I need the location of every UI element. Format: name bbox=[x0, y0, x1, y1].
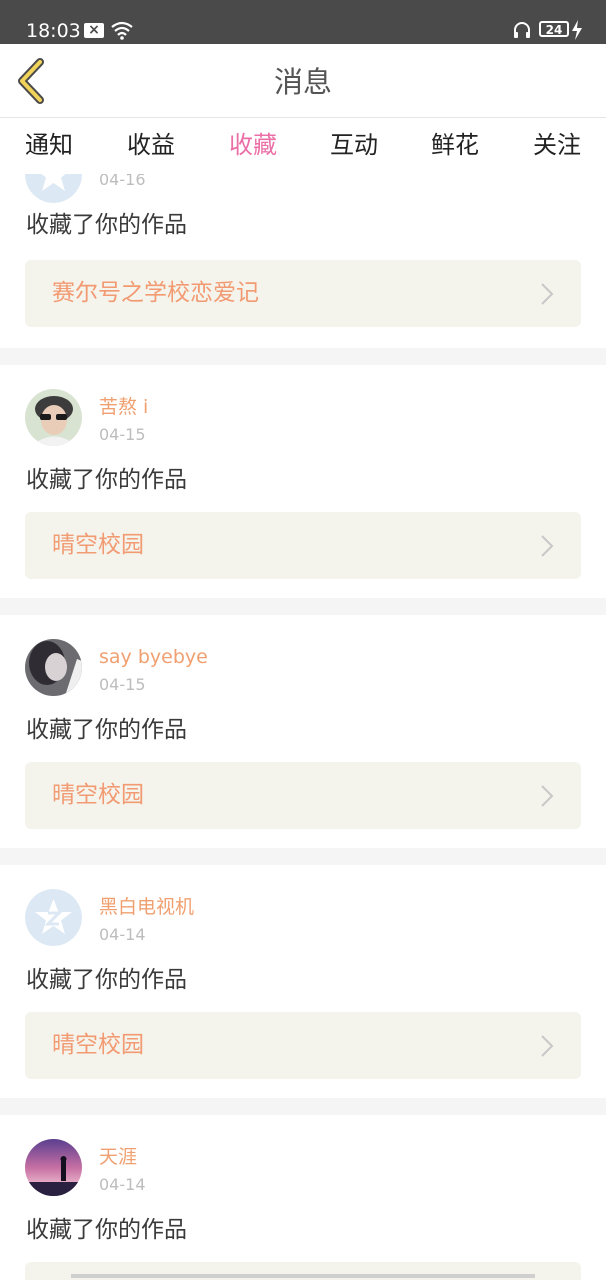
tab-label: 收益 bbox=[127, 131, 175, 159]
tab-favorites[interactable]: 收藏 bbox=[213, 128, 293, 179]
work-link[interactable]: 晴空校园 bbox=[25, 512, 581, 579]
page-title: 消息 bbox=[273, 65, 332, 99]
feed-date: 04-14 bbox=[99, 925, 146, 944]
tab-label: 鲜花 bbox=[431, 131, 479, 159]
wifi-icon bbox=[111, 21, 133, 40]
tab-label: 关注 bbox=[533, 131, 581, 159]
chevron-right-icon bbox=[541, 785, 554, 807]
username[interactable]: 苦熬 i bbox=[99, 395, 148, 419]
divider bbox=[0, 598, 606, 615]
close-box-icon: × bbox=[84, 22, 104, 38]
tab-earnings[interactable]: 收益 bbox=[111, 128, 191, 168]
work-title: 赛尔号之学校恋爱记 bbox=[52, 280, 259, 306]
tab-interactions[interactable]: 互动 bbox=[314, 128, 394, 168]
divider bbox=[0, 1098, 606, 1115]
tab-label: 互动 bbox=[330, 131, 378, 159]
feed-action: 收藏了你的作品 bbox=[26, 467, 187, 493]
username[interactable]: 黑白电视机 bbox=[99, 895, 194, 919]
loading-bar bbox=[71, 1274, 535, 1278]
username[interactable]: 天涯 bbox=[99, 1145, 137, 1169]
headphones-icon bbox=[514, 22, 530, 38]
tab-label: 通知 bbox=[25, 131, 73, 159]
work-title: 晴空校园 bbox=[52, 532, 144, 558]
avatar[interactable] bbox=[25, 389, 82, 446]
username[interactable]: say byebye bbox=[99, 645, 208, 669]
tab-label: 收藏 bbox=[229, 131, 277, 159]
chevron-right-icon bbox=[541, 535, 554, 557]
charging-bolt-icon bbox=[572, 20, 582, 40]
battery-icon: 24 bbox=[539, 21, 569, 37]
feed-card: 04-16 收藏了你的作品 赛尔号之学校恋爱记 bbox=[0, 174, 606, 348]
work-title: 晴空校园 bbox=[52, 782, 144, 808]
chevron-right-icon bbox=[541, 1035, 554, 1057]
avatar[interactable] bbox=[25, 639, 82, 696]
feed-date: 04-15 bbox=[99, 425, 146, 444]
feed-card: say byebye 04-15 收藏了你的作品 晴空校园 bbox=[0, 615, 606, 848]
tab-bar: 通知 收益 收藏 互动 鲜花 关注 bbox=[0, 118, 606, 179]
tab-flowers[interactable]: 鲜花 bbox=[415, 128, 495, 168]
divider bbox=[0, 848, 606, 865]
feed-date: 04-14 bbox=[99, 1175, 146, 1194]
feed-date: 04-16 bbox=[99, 174, 146, 189]
feed-action: 收藏了你的作品 bbox=[26, 212, 187, 238]
tab-notifications[interactable]: 通知 bbox=[9, 128, 89, 168]
header: 消息 bbox=[0, 44, 606, 118]
work-link[interactable]: 晴空校园 bbox=[25, 762, 581, 829]
tab-following[interactable]: 关注 bbox=[517, 128, 597, 168]
work-title: 晴空校园 bbox=[52, 1032, 144, 1058]
feed-action: 收藏了你的作品 bbox=[26, 967, 187, 993]
feed-action: 收藏了你的作品 bbox=[26, 1217, 187, 1243]
avatar[interactable] bbox=[25, 1139, 82, 1196]
feed-card: 黑白电视机 04-14 收藏了你的作品 晴空校园 bbox=[0, 865, 606, 1098]
avatar[interactable] bbox=[25, 889, 82, 946]
favorites-feed[interactable]: 04-16 收藏了你的作品 赛尔号之学校恋爱记 苦熬 i 04-15 收藏了你的… bbox=[0, 174, 606, 1280]
avatar[interactable] bbox=[25, 174, 82, 203]
feed-date: 04-15 bbox=[99, 675, 146, 694]
feed-card: 天涯 04-14 收藏了你的作品 bbox=[0, 1115, 606, 1280]
work-link[interactable] bbox=[25, 1262, 581, 1280]
work-link[interactable]: 晴空校园 bbox=[25, 1012, 581, 1079]
battery-level: 24 bbox=[545, 23, 563, 37]
divider bbox=[0, 348, 606, 365]
chevron-right-icon bbox=[541, 283, 554, 305]
status-time: 18:03 bbox=[26, 20, 81, 42]
feed-action: 收藏了你的作品 bbox=[26, 717, 187, 743]
feed-card: 苦熬 i 04-15 收藏了你的作品 晴空校园 bbox=[0, 365, 606, 598]
work-link[interactable]: 赛尔号之学校恋爱记 bbox=[25, 260, 581, 327]
status-bar: 18:03 × 24 bbox=[0, 0, 606, 44]
